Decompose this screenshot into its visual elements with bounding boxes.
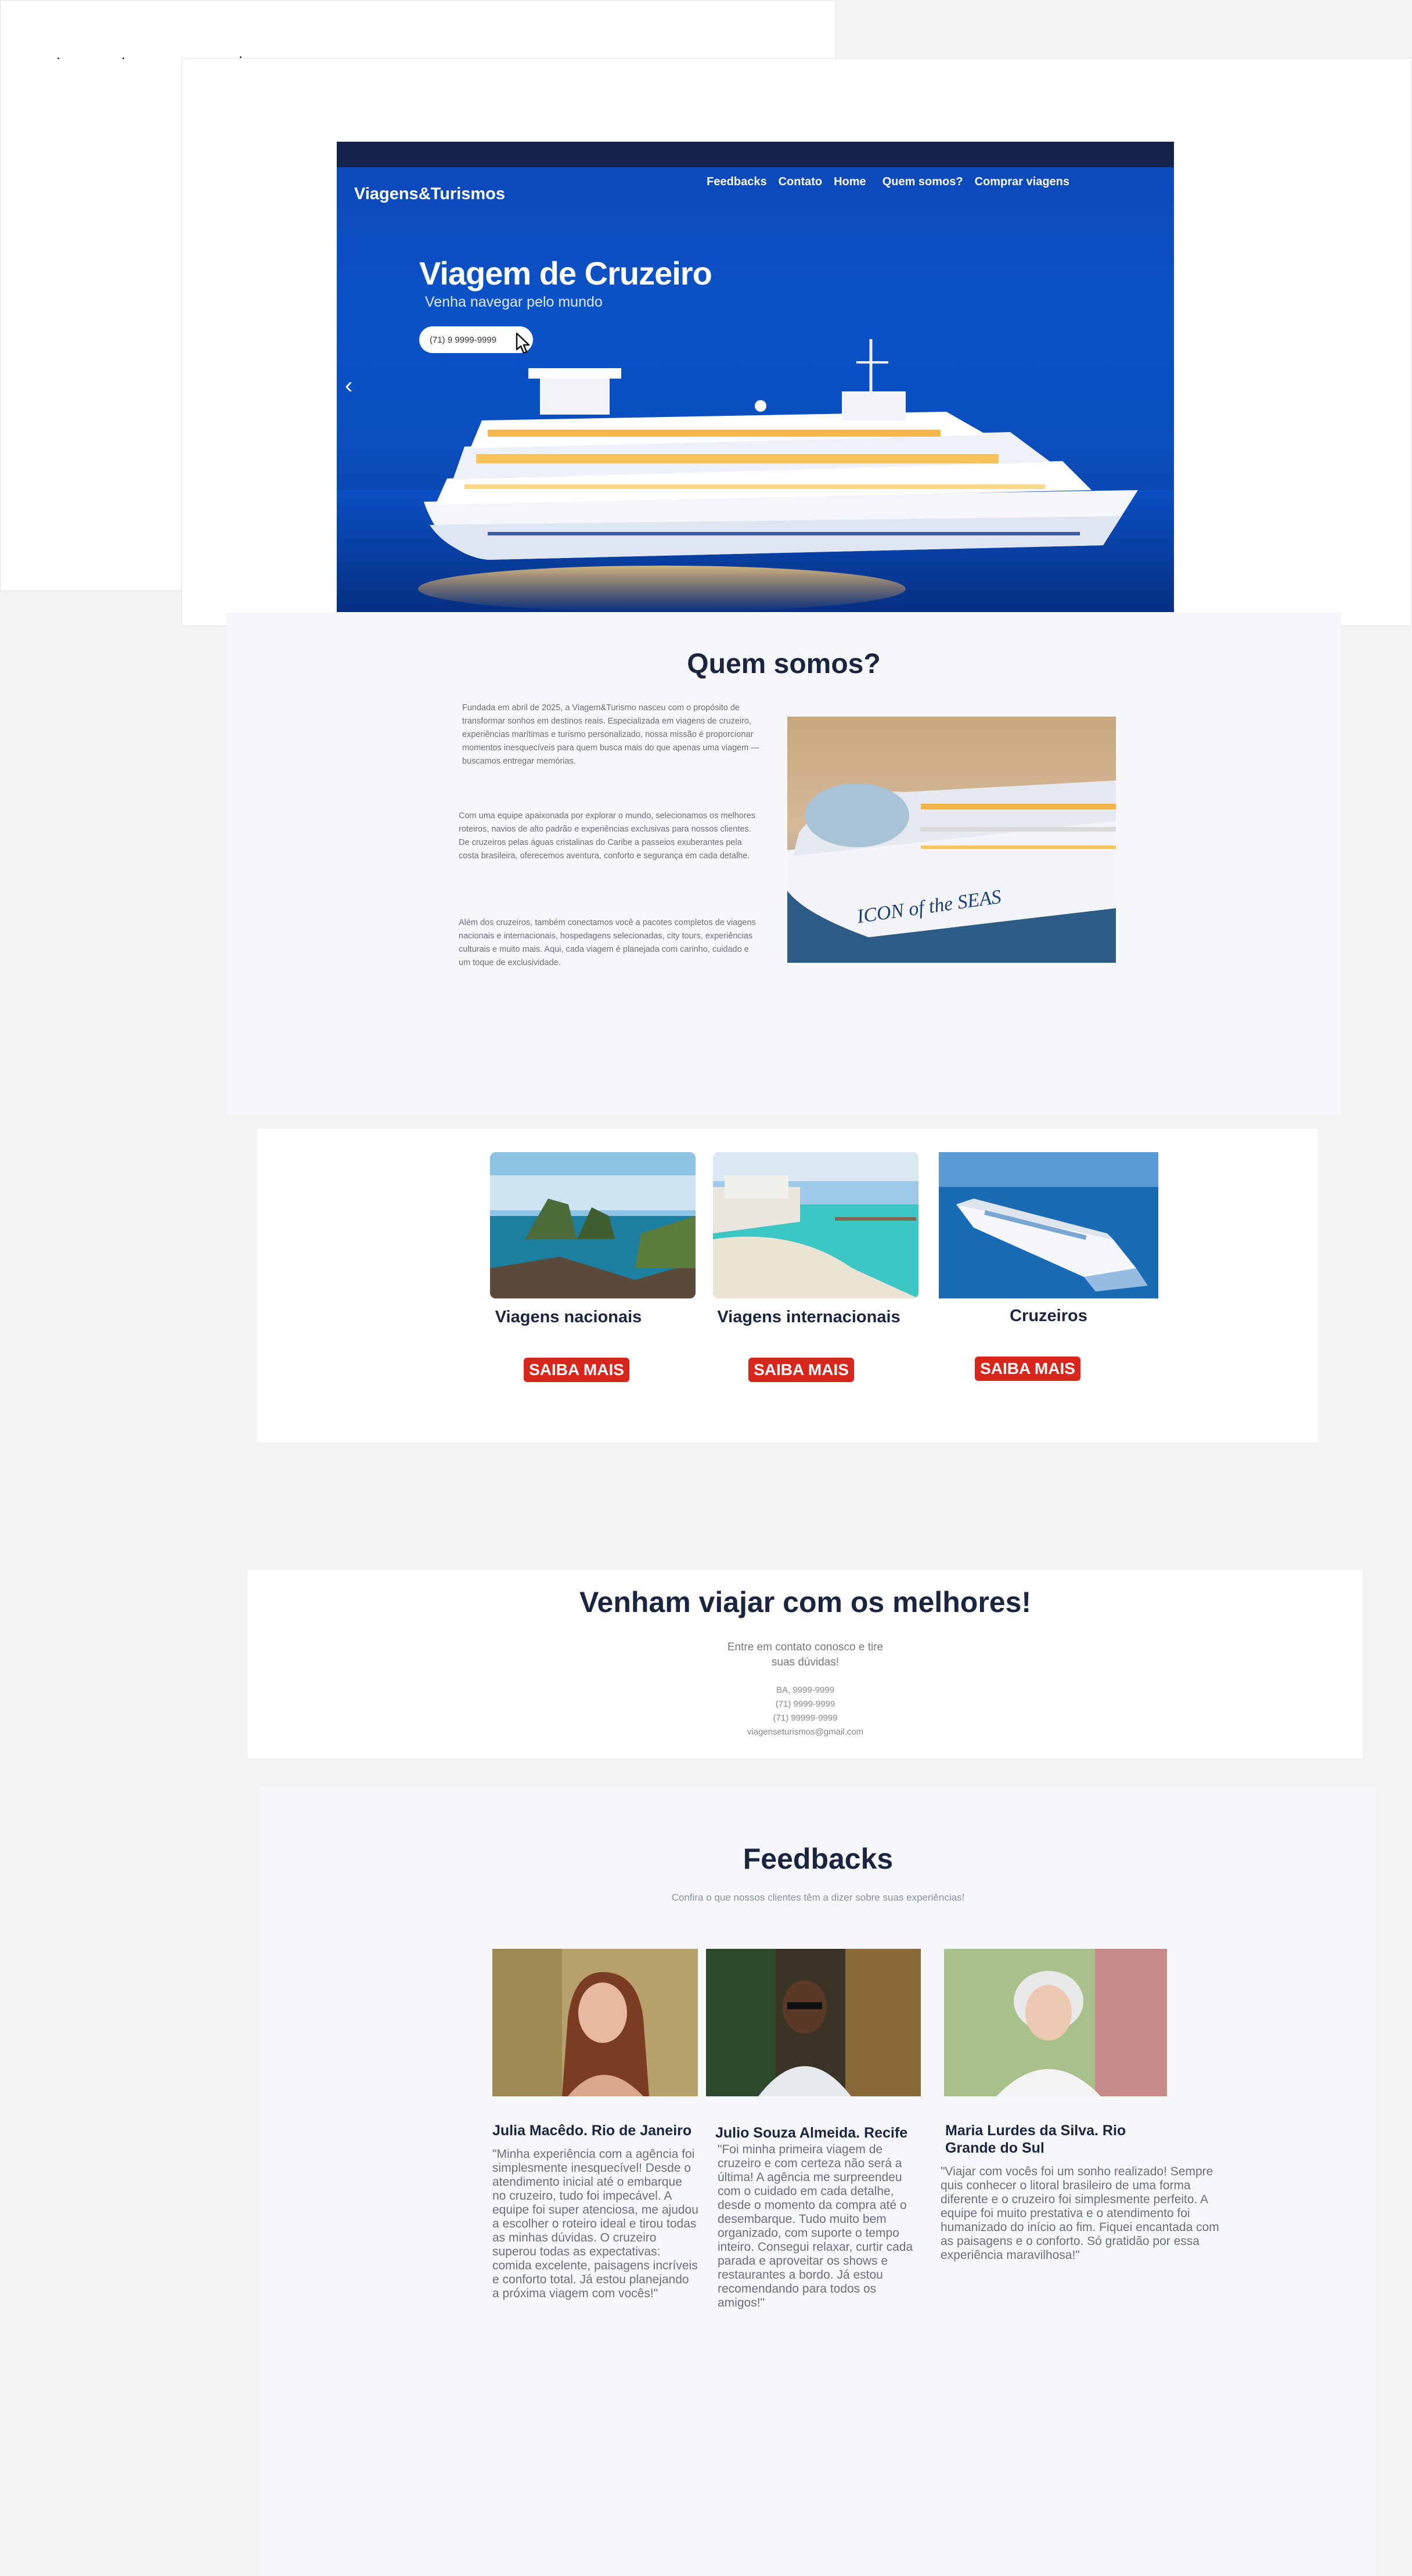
- about-section: Quem somos? Fundada em abril de 2025, a …: [226, 612, 1341, 1115]
- feedback-name-1: Julia Macêdo. Rio de Janeiro: [492, 2122, 692, 2139]
- brand-logo[interactable]: Viagens&Turismos: [354, 185, 505, 204]
- cta-text-line-1: Entre em contato conosco e tire: [727, 1641, 884, 1653]
- card-image-cruzeiros[interactable]: [939, 1152, 1158, 1298]
- feedbacks-section: Feedbacks Confira o que nossos clientes …: [260, 1787, 1376, 2576]
- contact-phone-2: (71) 99999-9999: [773, 1713, 838, 1723]
- avatar: [944, 1949, 1167, 2096]
- card-title-nacionais: Viagens nacionais: [495, 1308, 642, 1326]
- feedback-name-2: Julio Souza Almeida. Recife: [715, 2125, 908, 2141]
- avatar: [706, 1949, 921, 2096]
- card-image-internacionais[interactable]: [713, 1152, 918, 1298]
- avatar: [492, 1949, 698, 2096]
- cta-text: Entre em contato conosco e tire suas dúv…: [248, 1640, 1363, 1670]
- about-paragraph-2: Com uma equipe apaixonada por explorar o…: [459, 811, 756, 861]
- feedback-text-2: "Foi minha primeira viagem de cruzeiro e…: [718, 2143, 913, 2309]
- contact-phone-1: (71) 9999-9999: [775, 1699, 835, 1709]
- feedbacks-subtitle: Confira o que nossos clientes têm a dize…: [671, 1892, 965, 1903]
- card-title-internacionais: Viagens internacionais: [717, 1308, 900, 1326]
- feedback-name-3: Maria Lurdes da Silva. Rio Grande do Sul: [945, 2122, 1126, 2156]
- hero-subtitle: Venha navegar pelo mundo: [425, 294, 603, 310]
- feedback-text-3: "Viajar com vocês foi um sonho realizado…: [941, 2165, 1219, 2262]
- feedback-text-1: "Minha experiência com a agência foi sim…: [492, 2147, 698, 2300]
- about-ship-image: ICON of the SEAS: [787, 717, 1116, 963]
- card-image-nacionais[interactable]: [490, 1152, 696, 1298]
- main-nav: Feedbacks Contato Home Quem somos? Compr…: [707, 175, 1069, 189]
- cruise-ship-image: [337, 339, 1174, 613]
- hero-top-bar: [337, 142, 1174, 167]
- nav-quem-somos[interactable]: Quem somos?: [882, 175, 963, 189]
- cta-text-line-2: suas dúvidas!: [771, 1656, 840, 1668]
- about-title: Quem somos?: [687, 649, 881, 679]
- about-paragraph-3: Além dos cruzeiros, também conectamos vo…: [459, 918, 756, 967]
- nav-contato[interactable]: Contato: [779, 175, 823, 189]
- saiba-mais-button-cruzeiros[interactable]: SAIBA MAIS: [975, 1357, 1080, 1381]
- pointer-click-icon: [509, 327, 530, 354]
- contact-cta-section: Venham viajar com os melhores! Entre em …: [248, 1570, 1363, 1758]
- card-title-cruzeiros: Cruzeiros: [1010, 1307, 1087, 1325]
- nav-feedbacks[interactable]: Feedbacks: [707, 175, 766, 189]
- travel-cards-section: Viagens nacionais SAIBA MAIS Viagens int…: [257, 1129, 1317, 1442]
- carousel-prev-arrow[interactable]: ‹: [345, 374, 352, 397]
- contact-phone-ba: BA, 9999-9999: [776, 1685, 835, 1695]
- cta-title: Venham viajar com os melhores!: [579, 1586, 1032, 1618]
- phone-number: (71) 9 9999-9999: [430, 334, 497, 345]
- hero-title: Viagem de Cruzeiro: [419, 255, 712, 292]
- nav-comprar-viagens[interactable]: Comprar viagens: [975, 175, 1069, 189]
- saiba-mais-button-internacionais[interactable]: SAIBA MAIS: [748, 1358, 854, 1382]
- nav-home[interactable]: Home: [834, 175, 866, 189]
- about-paragraph-1: Fundada em abril de 2025, a Viagem&Turis…: [462, 703, 759, 766]
- contact-email[interactable]: viagenseturismos@gmail.com: [248, 1727, 1363, 1737]
- saiba-mais-button-nacionais[interactable]: SAIBA MAIS: [524, 1358, 629, 1382]
- hero-section: Viagens&Turismos Feedbacks Contato Home …: [337, 142, 1174, 613]
- feedbacks-title: Feedbacks: [743, 1843, 894, 1875]
